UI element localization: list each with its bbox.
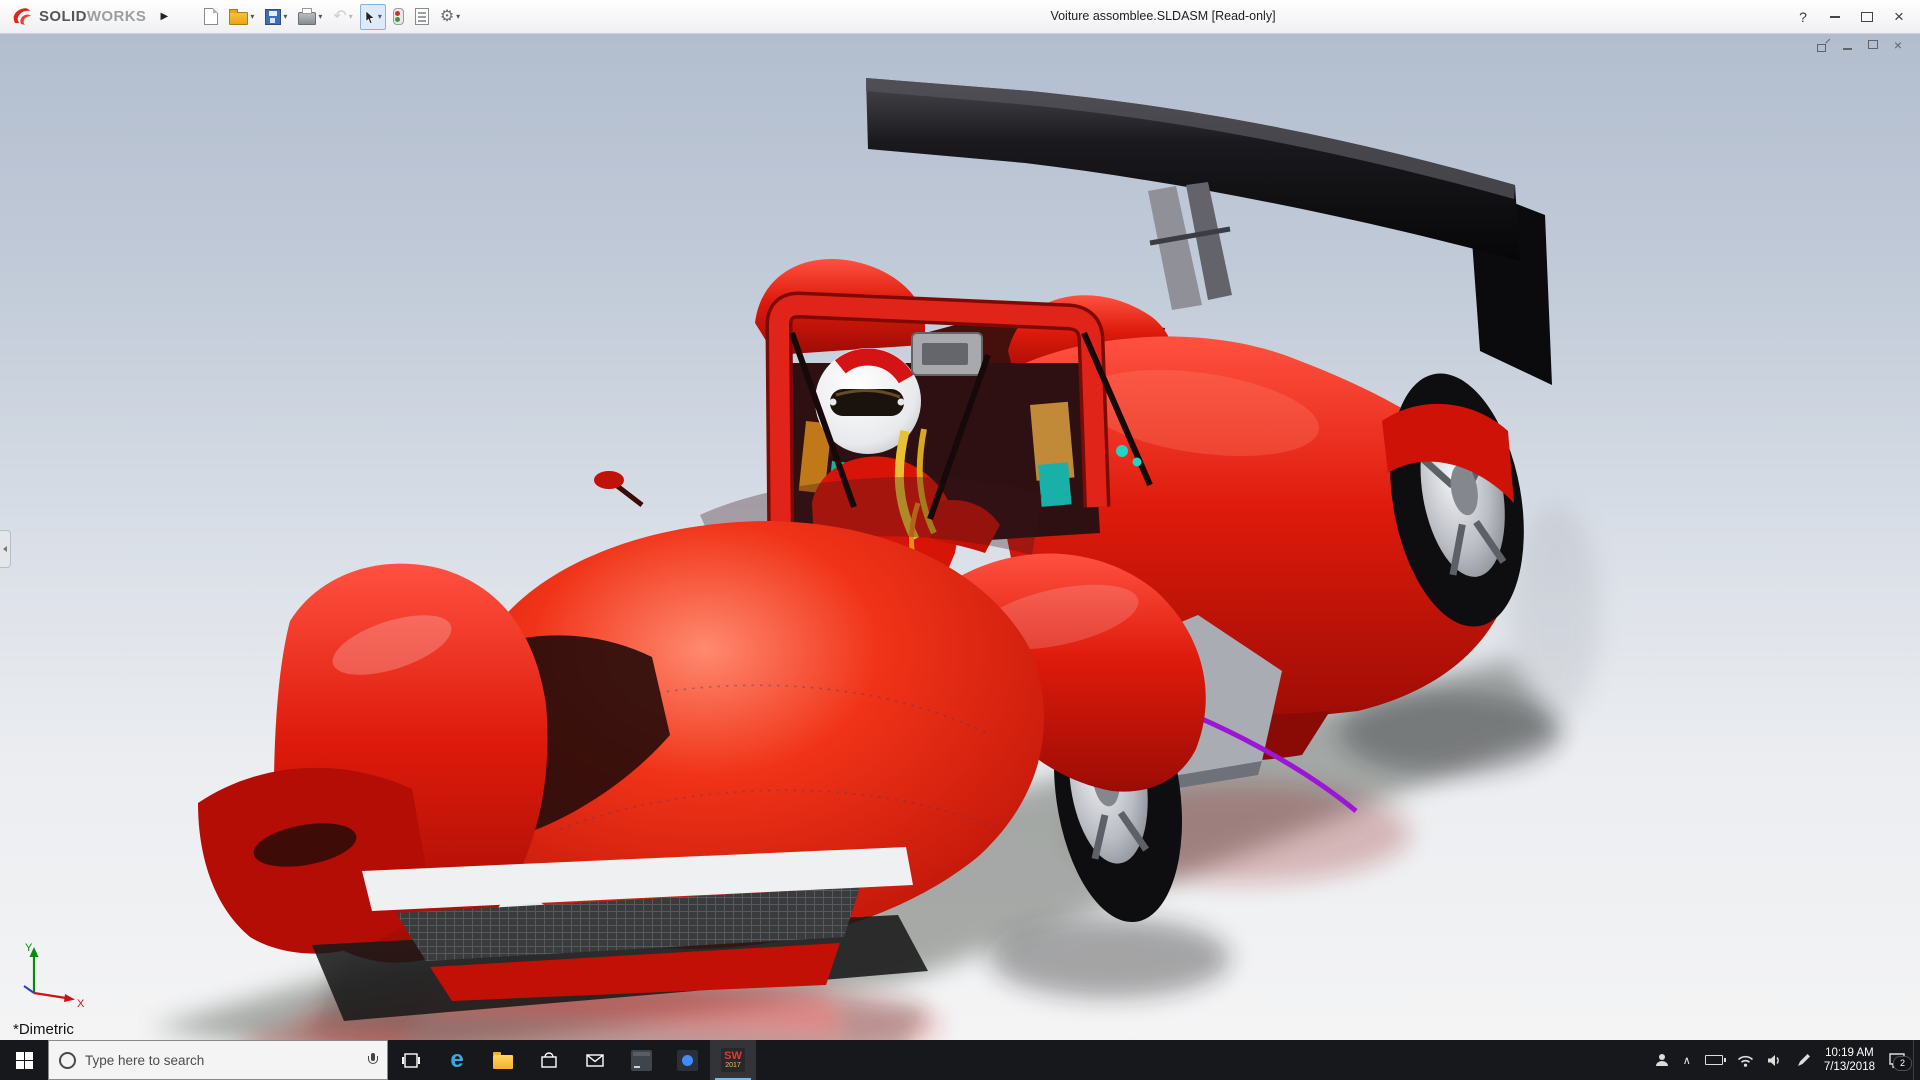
system-tray: ∧ 10:19 AM 7/13/2018 2: [1647, 1040, 1913, 1080]
taskbar-app-unknown-1[interactable]: [618, 1040, 664, 1080]
menu-expand-arrow[interactable]: ▶: [156, 11, 172, 22]
volume-icon[interactable]: [1767, 1054, 1783, 1067]
solidworks-2017-icon: SW 2017: [721, 1048, 745, 1072]
store-bag-icon: [541, 1051, 557, 1068]
coordinate-triad: Y X: [16, 939, 88, 1016]
wifi-icon[interactable]: [1737, 1054, 1754, 1067]
start-button[interactable]: [0, 1040, 48, 1080]
notification-badge: 2: [1893, 1055, 1912, 1071]
help-button[interactable]: ?: [1788, 4, 1818, 30]
triad-x-label: X: [77, 998, 85, 1010]
cortana-icon: [59, 1051, 76, 1069]
document-close-button[interactable]: ×: [1890, 38, 1906, 53]
model-scene[interactable]: [0, 33, 1920, 1040]
edge-icon: e: [450, 1046, 464, 1073]
close-button[interactable]: ×: [1884, 4, 1914, 30]
file-explorer-icon: [493, 1051, 513, 1069]
car-model[interactable]: [198, 78, 1552, 1021]
caret-icon: ▾: [348, 12, 353, 21]
caret-icon: ▾: [456, 12, 461, 21]
people-icon[interactable]: [1655, 1053, 1669, 1067]
caret-icon: ▾: [283, 12, 288, 21]
file-properties-icon: [414, 8, 429, 25]
undo-icon: ↶: [333, 7, 347, 25]
logo-text: SOLID: [39, 7, 87, 25]
document-float-button[interactable]: [1815, 38, 1831, 53]
rebuild-button[interactable]: [389, 4, 408, 30]
gear-icon: ⚙: [439, 7, 455, 25]
microphone-icon[interactable]: [368, 1053, 378, 1067]
task-view-icon: [402, 1052, 420, 1068]
document-minimize-button[interactable]: [1840, 38, 1856, 53]
caret-icon: ▾: [318, 12, 323, 21]
dark-media-app-icon: [676, 1049, 698, 1071]
maximize-button[interactable]: [1852, 4, 1882, 30]
viewport-3d[interactable]: × Y X *Dimetric: [0, 33, 1920, 1040]
show-desktop-button[interactable]: [1913, 1040, 1920, 1080]
clock[interactable]: 10:19 AM 7/13/2018: [1824, 1046, 1875, 1074]
dark-window-app-icon: [630, 1049, 652, 1071]
taskbar-app-mail[interactable]: [572, 1040, 618, 1080]
tray-date: 7/13/2018: [1823, 1061, 1875, 1073]
caret-icon: ▾: [377, 12, 382, 21]
battery-icon[interactable]: [1704, 1055, 1726, 1065]
feature-panel-collapse-tab[interactable]: [0, 530, 11, 568]
mail-envelope-icon: [586, 1053, 604, 1067]
new-document-icon: [204, 8, 219, 25]
cursor-select-icon: [365, 9, 375, 24]
task-view-button[interactable]: [388, 1040, 434, 1080]
windows-logo-icon: [15, 1051, 33, 1069]
solidworks-logo-icon: [13, 7, 31, 25]
taskbar-app-store[interactable]: [526, 1040, 572, 1080]
undo-button[interactable]: ↶ ▾: [329, 4, 356, 30]
solidworks-logo: SOLIDWORKS: [0, 6, 146, 28]
document-maximize-button[interactable]: [1865, 38, 1881, 53]
new-document-button[interactable]: [200, 4, 222, 30]
open-button[interactable]: ▾: [225, 4, 258, 30]
document-window-controls: ×: [1815, 38, 1906, 53]
quick-access-toolbar: ▾ ▾ ▾ ↶ ▾ ▾ ⚙ ▾: [200, 3, 464, 30]
search-placeholder: Type here to search: [85, 1052, 205, 1068]
side-mirror: [614, 483, 644, 507]
taskbar-app-edge[interactable]: e: [434, 1040, 480, 1080]
rebuild-traffic-light-icon: [392, 8, 404, 25]
options-button[interactable]: ⚙ ▾: [436, 4, 464, 30]
action-center-button[interactable]: 2: [1889, 1052, 1912, 1071]
search-box[interactable]: Type here to search: [48, 1040, 388, 1080]
open-folder-icon: [229, 8, 249, 25]
window-controls: ? ×: [1788, 0, 1914, 33]
triad-y-label: Y: [25, 942, 33, 954]
print-button[interactable]: ▾: [294, 4, 326, 30]
pen-icon[interactable]: [1797, 1053, 1810, 1067]
caret-icon: ▾: [250, 12, 255, 21]
taskbar-app-unknown-2[interactable]: [664, 1040, 710, 1080]
titlebar: SOLIDWORKS ▶ ▾ ▾ ▾ ↶ ▾ ▾ ⚙ ▾ Voiture assom…: [0, 0, 1920, 34]
document-title: Voiture assomblee.SLDASM [Read-only]: [1050, 9, 1276, 23]
minimize-button[interactable]: [1820, 4, 1850, 30]
view-orientation-label: *Dimetric: [13, 1021, 74, 1038]
collapse-left-icon: [3, 546, 7, 552]
screen: SOLIDWORKS ▶ ▾ ▾ ▾ ↶ ▾ ▾ ⚙ ▾ Voiture assom…: [0, 0, 1920, 1080]
save-icon: [265, 8, 282, 25]
teal-marker: [1116, 445, 1128, 457]
print-icon: [298, 7, 317, 25]
tray-time: 10:19 AM: [1825, 1047, 1874, 1059]
taskbar: Type here to search e SW 2017 ∧ 10:19 AM…: [0, 1040, 1920, 1080]
taskbar-app-file-explorer[interactable]: [480, 1040, 526, 1080]
select-tool-button[interactable]: ▾: [359, 3, 386, 30]
taskbar-app-solidworks[interactable]: SW 2017: [710, 1040, 756, 1080]
save-button[interactable]: ▾: [261, 4, 291, 30]
hidden-icons-chevron[interactable]: ∧: [1683, 1054, 1691, 1067]
file-properties-button[interactable]: [411, 4, 433, 30]
